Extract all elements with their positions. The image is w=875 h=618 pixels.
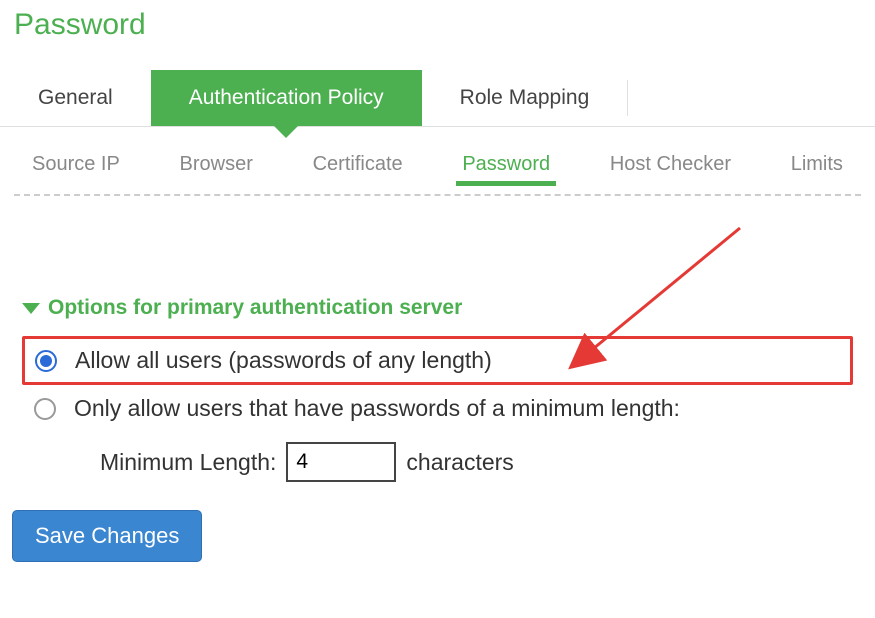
subtab-password[interactable]: Password: [460, 149, 552, 184]
dashed-separator: [14, 194, 861, 196]
min-length-suffix: characters: [406, 449, 513, 476]
min-length-row: Minimum Length: characters: [100, 442, 853, 482]
radio-only-min[interactable]: [34, 398, 56, 420]
subtab-limits[interactable]: Limits: [789, 149, 845, 184]
tab-general[interactable]: General: [0, 70, 151, 126]
save-button[interactable]: Save Changes: [12, 510, 202, 562]
option-only-min[interactable]: Only allow users that have passwords of …: [22, 385, 853, 432]
min-length-label: Minimum Length:: [100, 449, 276, 476]
page-title: Password: [0, 0, 875, 42]
subtab-host-checker[interactable]: Host Checker: [608, 149, 733, 184]
radio-allow-all[interactable]: [35, 350, 57, 372]
section-header-label: Options for primary authentication serve…: [48, 296, 462, 320]
subtab-browser[interactable]: Browser: [178, 149, 255, 184]
options-section: Options for primary authentication serve…: [0, 296, 875, 482]
section-header[interactable]: Options for primary authentication serve…: [22, 296, 853, 320]
tabs-secondary: Source IP Browser Certificate Password H…: [0, 127, 875, 194]
tabs-primary: General Authentication Policy Role Mappi…: [0, 70, 875, 127]
subtab-source-ip[interactable]: Source IP: [30, 149, 122, 184]
option-only-min-label: Only allow users that have passwords of …: [74, 395, 680, 422]
chevron-down-icon: [22, 301, 40, 315]
tab-authentication-policy[interactable]: Authentication Policy: [151, 70, 422, 126]
option-allow-all-label: Allow all users (passwords of any length…: [75, 347, 492, 374]
tab-role-mapping[interactable]: Role Mapping: [422, 70, 628, 126]
option-allow-all[interactable]: Allow all users (passwords of any length…: [22, 336, 853, 385]
subtab-certificate[interactable]: Certificate: [311, 149, 405, 184]
min-length-input[interactable]: [286, 442, 396, 482]
tabs-divider: [627, 80, 628, 116]
